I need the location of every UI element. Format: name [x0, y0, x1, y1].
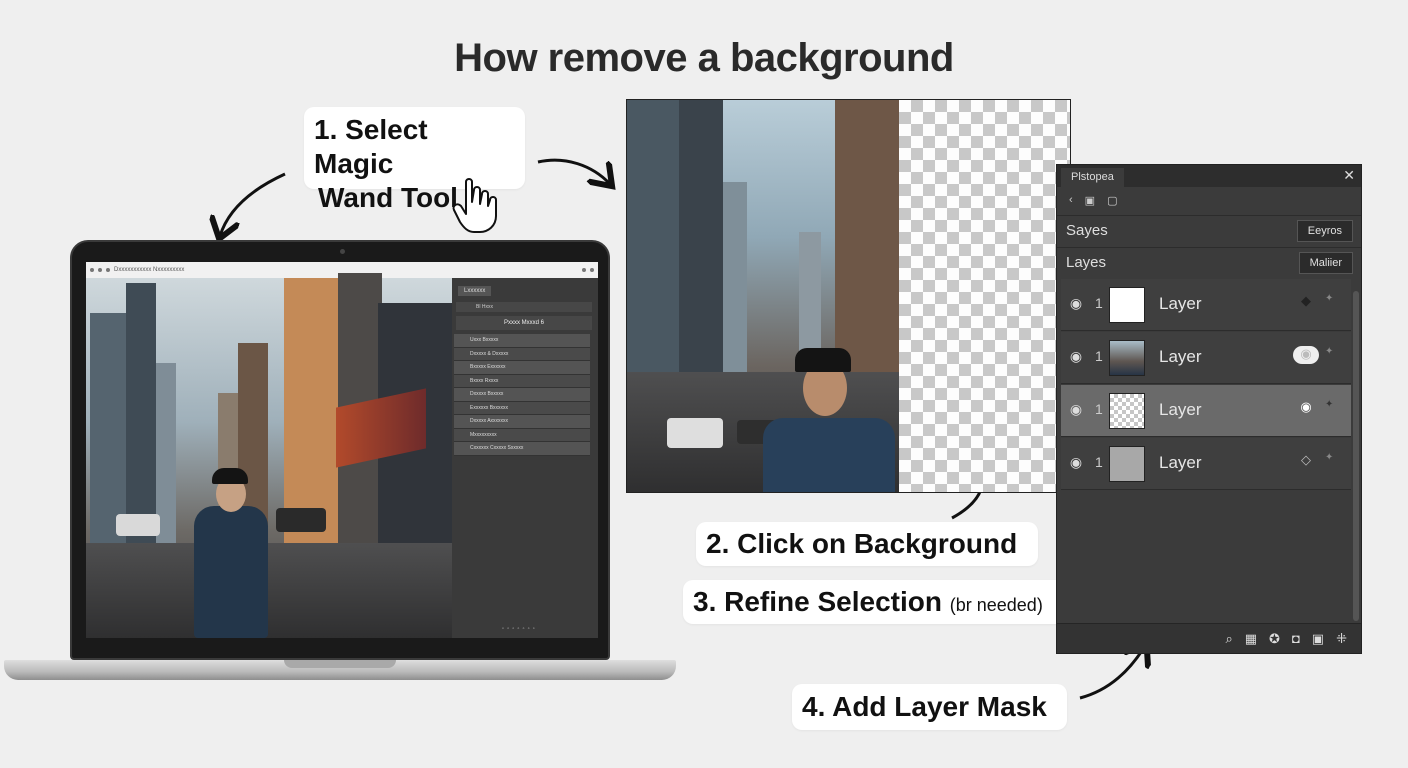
search-icon[interactable]: ⌕	[1225, 631, 1232, 647]
panel-row-layes: Layes Maliier	[1057, 247, 1361, 277]
layer-thumbnail	[1109, 287, 1145, 323]
layer-mask-icon[interactable]: ✦	[1325, 399, 1339, 417]
panel-row-label: Layes	[1066, 254, 1107, 271]
layer-name: Layer	[1159, 400, 1202, 419]
eye-icon[interactable]: ◉	[1065, 454, 1087, 476]
laptop-panel-list: Uxxx Bxxxxx Dxxxxx & Dxxxxx Bxxxxx Exxxx…	[454, 334, 590, 456]
street-photo[interactable]	[626, 99, 1071, 493]
layer-thumbnail	[1109, 393, 1145, 429]
layer-row[interactable]: ◉ 1 Layer ◇ ✦	[1061, 438, 1351, 490]
person	[194, 506, 268, 638]
eye-icon[interactable]: ◉	[1065, 348, 1087, 370]
laptop-editor-canvas[interactable]	[86, 273, 452, 638]
browser-dot-icon[interactable]	[90, 268, 94, 272]
new-layer-icon[interactable]: ▣	[1312, 631, 1324, 647]
layer-link-icon[interactable]: ◇	[1293, 452, 1319, 470]
car	[276, 508, 326, 532]
layer-number: 1	[1095, 401, 1103, 417]
panel-titlebar: Plstopea ✕	[1057, 165, 1361, 187]
laptop: Dxxxxxxxxxxx Nxxxxxxxxx Lxxxxxx Bl Hxxx	[70, 240, 610, 660]
layer-row[interactable]: ◉ 1 Layer ◉ ✦	[1061, 332, 1351, 384]
eye-icon[interactable]: ◉	[1065, 295, 1087, 317]
layer-mask-icon[interactable]: ✦	[1325, 452, 1339, 470]
browser-dot-icon[interactable]	[106, 268, 110, 272]
laptop-notch	[284, 660, 396, 668]
eeyros-button[interactable]: Eeyros	[1296, 220, 1353, 242]
adjustment-icon[interactable]: ▦	[1245, 631, 1257, 647]
laptop-panel-row[interactable]: Cxxxxxx Cxxxxx Sxxxxx	[454, 442, 590, 456]
building	[679, 100, 723, 372]
back-chevron-icon[interactable]: ‹	[1069, 194, 1073, 206]
settings-icon[interactable]: ⁜	[1336, 631, 1347, 647]
layer-thumbnail	[1109, 340, 1145, 376]
visibility-toggle-icon[interactable]: ◉	[1293, 399, 1319, 417]
laptop-layers-panel: Lxxxxxx Bl Hxxx Pxxxx Mxxxd 6 Uxxx Bxxxx…	[452, 278, 598, 638]
layer-thumbnail	[1109, 446, 1145, 482]
laptop-panel-header[interactable]: Pxxxx Mxxxd 6	[456, 316, 592, 330]
visibility-toggle-icon[interactable]: ◉	[1293, 346, 1319, 364]
layer-number: 1	[1095, 295, 1103, 311]
street	[86, 543, 452, 638]
laptop-panel-tab[interactable]: Lxxxxxx	[458, 286, 492, 296]
car	[667, 418, 723, 448]
person	[763, 418, 895, 492]
panel-scrollbar[interactable]	[1353, 291, 1359, 621]
laptop-panel-footer-icons[interactable]: ◦◦◦◦◦◦◦	[502, 626, 538, 632]
laptop-camera	[340, 249, 345, 254]
layer-number: 1	[1095, 454, 1103, 470]
laptop-panel-row[interactable]: Mxxxxxxxxx	[454, 428, 590, 442]
layers-panel: Plstopea ✕ ‹ ▣ ▢ Sayes Eeyros Layes Mali…	[1056, 164, 1362, 654]
fx-icon[interactable]: ✪	[1269, 631, 1280, 647]
transparent-area[interactable]	[899, 100, 1070, 492]
browser-menu-icon[interactable]	[582, 268, 586, 272]
close-icon[interactable]: ✕	[1343, 167, 1355, 184]
browser-dot-icon[interactable]	[98, 268, 102, 272]
laptop-screen: Dxxxxxxxxxxx Nxxxxxxxxx Lxxxxxx Bl Hxxx	[86, 262, 598, 638]
arrow-step-1-to-photo	[537, 158, 610, 184]
layer-number: 1	[1095, 348, 1103, 364]
laptop-panel-toolbar[interactable]: Bl Hxxx	[456, 302, 592, 312]
laptop-panel-row[interactable]: Bxxxx Rxxxx	[454, 374, 590, 388]
layer-mask-icon[interactable]: ✦	[1325, 346, 1339, 364]
layer-link-icon[interactable]: ◆	[1293, 293, 1319, 311]
car	[116, 514, 160, 536]
panel-footer: ⌕ ▦ ✪ ◘ ▣ ⁜	[1057, 623, 1361, 653]
laptop-panel-row[interactable]: Dxxxxx Bxxxxx	[454, 388, 590, 402]
person-cap	[795, 348, 851, 372]
laptop-panel-row[interactable]: Bxxxxx Exxxxxx	[454, 361, 590, 375]
laptop-panel-row[interactable]: Exxxxxx Bxxxxxx	[454, 401, 590, 415]
layer-mask-icon[interactable]: ✦	[1325, 293, 1339, 311]
maliier-button[interactable]: Maliier	[1298, 252, 1353, 274]
panel-row-label: Sayes	[1066, 222, 1108, 239]
folder-icon[interactable]: ▢	[1107, 194, 1117, 207]
layer-name: Layer	[1159, 294, 1202, 313]
panel-tab[interactable]: Plstopea	[1061, 168, 1124, 187]
layer-row[interactable]: ◉ 1 Layer ◉ ✦	[1061, 385, 1351, 437]
laptop-panel-row[interactable]: Dxxxxx & Dxxxxx	[454, 347, 590, 361]
laptop-panel-row[interactable]: Dxxxxx Axxxxxxx	[454, 415, 590, 429]
layer-mask-icon[interactable]: ◘	[1292, 631, 1300, 646]
building	[723, 182, 747, 372]
building	[126, 283, 156, 543]
eye-icon[interactable]: ◉	[1065, 401, 1087, 423]
browser-menu-icon[interactable]	[590, 268, 594, 272]
laptop-panel-row[interactable]: Uxxx Bxxxxx	[454, 334, 590, 348]
panel-row-sayes: Sayes Eeyros	[1057, 215, 1361, 245]
save-icon[interactable]: ▣	[1085, 194, 1095, 207]
layer-row[interactable]: ◉ 1 Layer ◆ ✦	[1061, 279, 1351, 331]
person-cap	[212, 468, 248, 484]
layer-name: Layer	[1159, 347, 1202, 366]
panel-toolbar: ‹ ▣ ▢	[1057, 189, 1361, 211]
arrow-step-1-to-laptop	[220, 172, 286, 236]
building	[835, 100, 899, 372]
building	[284, 278, 342, 543]
building	[627, 100, 685, 372]
layer-name: Layer	[1159, 453, 1202, 472]
